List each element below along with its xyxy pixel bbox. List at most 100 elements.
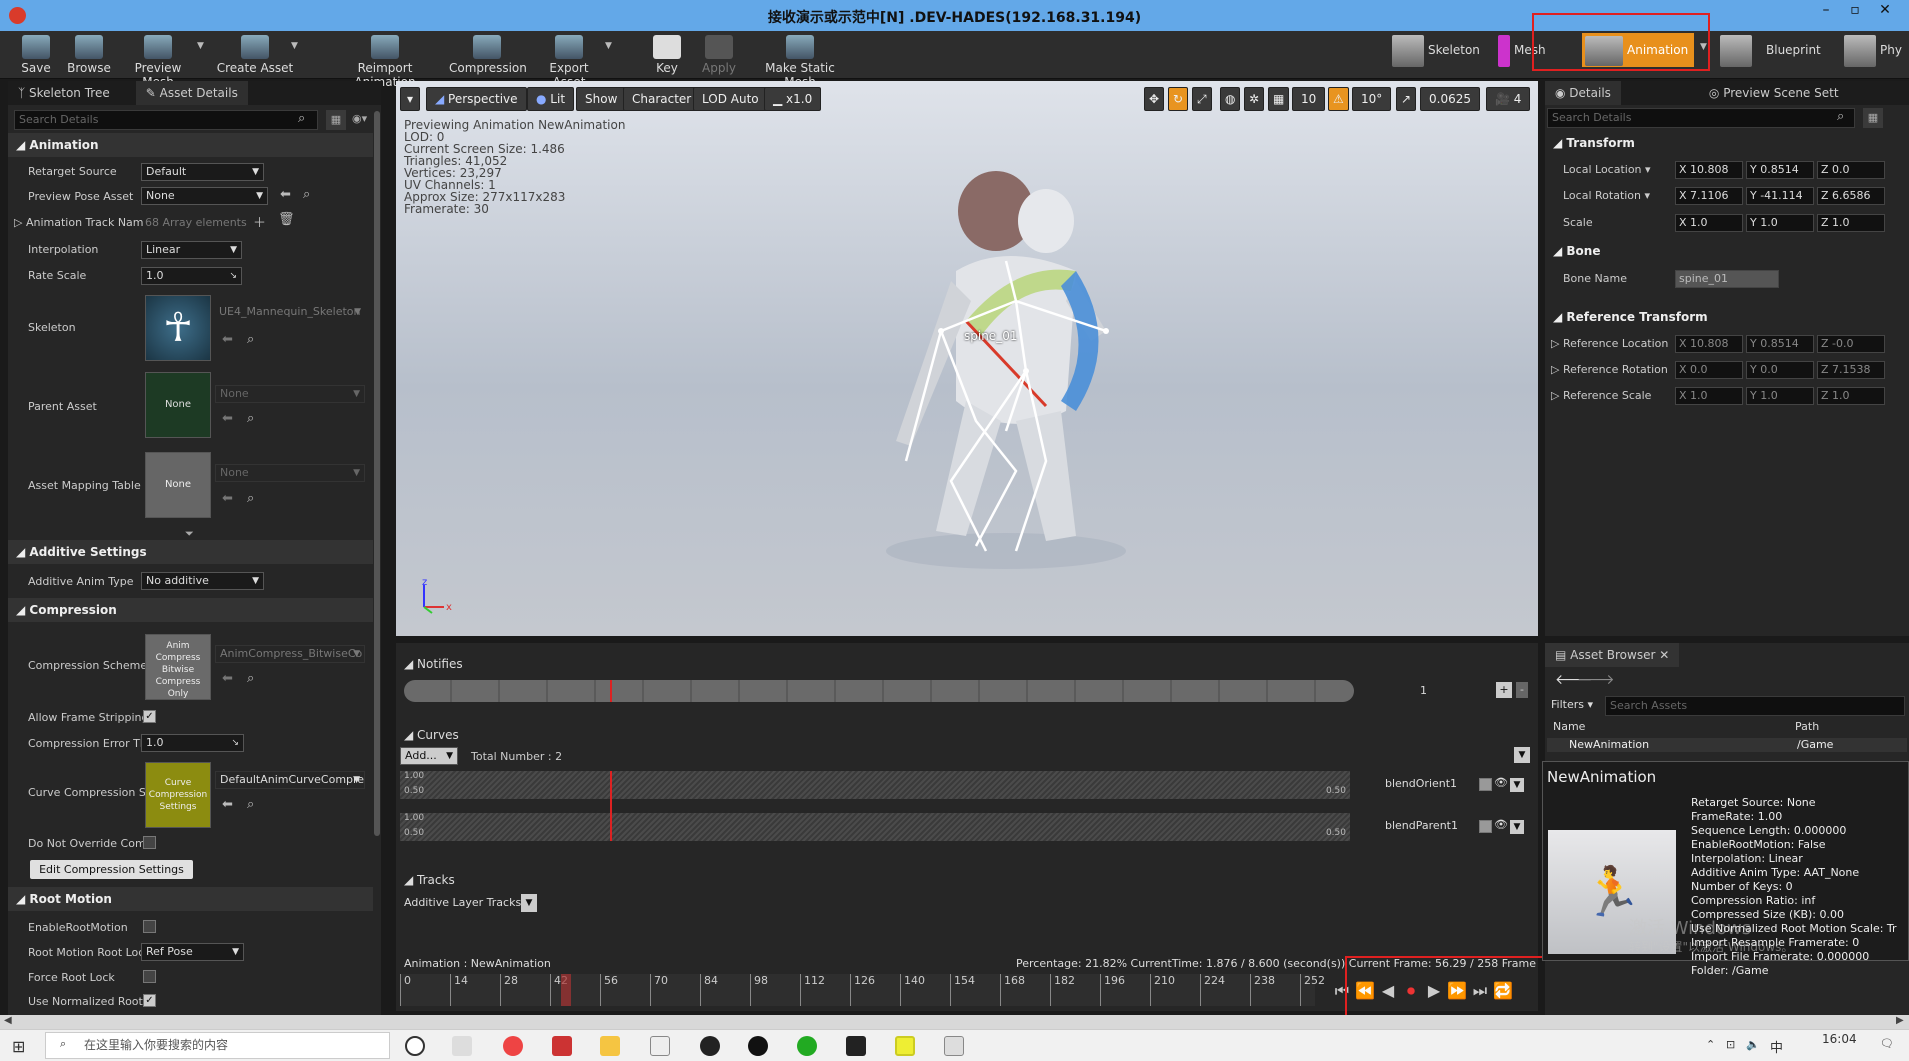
column-header-name[interactable]: Name: [1553, 720, 1585, 733]
retarget-source-select[interactable]: Default ▼: [141, 163, 264, 181]
curve-visibility-eye-icon[interactable]: 👁: [1494, 818, 1508, 831]
skeleton-select[interactable]: UE4_Mannequin_Skeleton ▼: [215, 304, 365, 322]
tab-details[interactable]: ◉ Details: [1545, 81, 1621, 105]
cortana-icon[interactable]: [405, 1036, 425, 1056]
use-selected-arrow-icon[interactable]: ⬅: [280, 187, 291, 202]
close-button[interactable]: ✕: [1874, 2, 1896, 24]
curve-row-blendorient1[interactable]: 1.00 0.50 0.50: [400, 771, 1350, 799]
enable-root-motion-checkbox[interactable]: [143, 920, 156, 933]
right-details-search-input[interactable]: Search Details: [1547, 108, 1855, 128]
local-location-x[interactable]: X 10.808: [1675, 161, 1743, 179]
parent-asset-thumbnail[interactable]: None: [145, 372, 211, 438]
viewport-options-button[interactable]: ▾: [400, 87, 420, 111]
scale-x[interactable]: X 1.0: [1675, 214, 1743, 232]
curve-mute-checkbox[interactable]: [1479, 820, 1492, 833]
mode-skeleton-button[interactable]: Skeleton: [1392, 31, 1480, 69]
tab-preview-scene-settings[interactable]: ◎ Preview Scene Sett: [1699, 81, 1849, 105]
column-header-path[interactable]: Path: [1795, 720, 1819, 733]
surface-snap-icon[interactable]: ✲: [1244, 87, 1265, 111]
section-compression[interactable]: ◢ Compression: [8, 598, 373, 622]
local-location-y[interactable]: Y 0.8514: [1746, 161, 1814, 179]
section-transform[interactable]: ◢ Transform: [1545, 131, 1909, 155]
create-asset-button[interactable]: Create Asset: [216, 31, 294, 79]
apply-button[interactable]: Apply: [699, 31, 739, 79]
browse-search-icon[interactable]: ⌕: [247, 491, 254, 506]
taskbar-search-input[interactable]: 在这里输入你要搜索的内容: [45, 1032, 390, 1059]
rotate-tool-icon[interactable]: ↻: [1168, 87, 1189, 111]
grid-size-value[interactable]: 10: [1292, 87, 1326, 111]
mapping-table-select[interactable]: None ▼: [215, 464, 365, 482]
browse-search-icon[interactable]: ⌕: [247, 411, 254, 426]
scrub-playhead[interactable]: [561, 974, 571, 1006]
add-element-icon[interactable]: ＋: [253, 212, 266, 231]
scroll-right-arrow-icon[interactable]: ▶: [1896, 1015, 1904, 1026]
curves-header[interactable]: ◢ Curves: [404, 728, 459, 742]
scrub-ruler[interactable]: 0142842567084981121261401541681821962102…: [400, 974, 1325, 1006]
scale-snap-icon[interactable]: ↗: [1396, 87, 1417, 111]
asset-search-input[interactable]: Search Assets: [1605, 696, 1905, 716]
scroll-left-arrow-icon[interactable]: ◀: [4, 1015, 12, 1026]
browse-search-icon[interactable]: ⌕: [303, 187, 310, 202]
compression-scheme-thumbnail[interactable]: Anim Compress Bitwise Compress Only: [145, 634, 211, 700]
app-red-icon[interactable]: [552, 1036, 572, 1056]
lod-button[interactable]: LOD Auto: [693, 87, 768, 111]
preview-pose-asset-select[interactable]: None ▼: [141, 187, 268, 205]
curve-visibility-eye-icon[interactable]: 👁: [1494, 776, 1508, 789]
app-dark-icon[interactable]: [700, 1036, 720, 1056]
details-search-input[interactable]: Search Details: [14, 110, 318, 130]
export-asset-button[interactable]: Export Asset: [533, 31, 605, 89]
rotation-snap-icon[interactable]: ⚠: [1328, 87, 1349, 111]
scale-tool-icon[interactable]: ⤢: [1192, 87, 1212, 111]
scale-z[interactable]: Z 1.0: [1817, 214, 1885, 232]
visibility-eye-icon[interactable]: ◉▾: [352, 112, 367, 125]
app-window-icon[interactable]: [944, 1036, 964, 1056]
preview-viewport[interactable]: ▾ ◢ Perspective ● Lit Show Character LOD…: [396, 81, 1538, 636]
playback-speed-button[interactable]: ▁ x1.0: [764, 87, 822, 111]
volume-icon[interactable]: 🔈: [1746, 1038, 1760, 1051]
key-button[interactable]: Key: [650, 31, 684, 79]
preview-mesh-button[interactable]: Preview Mesh: [118, 31, 198, 89]
mode-blueprint-button[interactable]: Blueprint: [1720, 31, 1821, 69]
ime-indicator[interactable]: 中: [1770, 1037, 1783, 1056]
use-selected-arrow-icon[interactable]: ⬅: [222, 411, 233, 426]
grid-view-icon[interactable]: ▦: [1863, 108, 1883, 128]
allow-frame-stripping-checkbox[interactable]: ✓: [143, 710, 156, 723]
network-icon[interactable]: ⊡: [1726, 1038, 1735, 1051]
section-root-motion[interactable]: ◢ Root Motion: [8, 887, 373, 911]
mapping-table-thumbnail[interactable]: None: [145, 452, 211, 518]
make-static-mesh-button[interactable]: Make Static Mesh: [750, 31, 850, 89]
use-selected-arrow-icon[interactable]: ⬅: [222, 332, 233, 347]
compression-button[interactable]: Compression: [449, 31, 527, 79]
additive-anim-type-select[interactable]: No additive ▼: [141, 572, 264, 590]
minimize-button[interactable]: –: [1815, 2, 1837, 24]
section-additive-settings[interactable]: ◢ Additive Settings: [8, 540, 373, 564]
browse-search-icon[interactable]: ⌕: [247, 797, 254, 812]
export-asset-dropdown[interactable]: ▼: [605, 41, 612, 51]
expand-advanced-icon[interactable]: ⏷: [185, 527, 194, 541]
details-scrollbar[interactable]: [374, 111, 380, 836]
grid-snap-icon[interactable]: ▦: [1268, 87, 1290, 111]
use-selected-arrow-icon[interactable]: ⬅: [222, 491, 233, 506]
show-button[interactable]: Show: [576, 87, 627, 111]
section-reference-transform[interactable]: ◢ Reference Transform: [1545, 305, 1909, 329]
filters-button[interactable]: Filters ▾: [1551, 698, 1593, 711]
use-selected-arrow-icon[interactable]: ⬅: [222, 671, 233, 686]
browse-search-icon[interactable]: ⌕: [247, 671, 254, 686]
compression-scheme-select[interactable]: AnimCompress_BitwiseCo ▼: [215, 645, 365, 663]
local-rotation-y[interactable]: Y -41.114: [1746, 187, 1814, 205]
browse-search-icon[interactable]: ⌕: [247, 332, 254, 347]
tab-asset-details[interactable]: ✎ Asset Details: [135, 81, 248, 105]
do-not-override-checkbox[interactable]: [143, 836, 156, 849]
epic-games-icon[interactable]: [846, 1036, 866, 1056]
section-bone[interactable]: ◢ Bone: [1545, 239, 1909, 263]
lit-button[interactable]: ● Lit: [527, 87, 575, 111]
unreal-engine-icon[interactable]: [748, 1036, 768, 1056]
skeleton-thumbnail[interactable]: ☥: [145, 295, 211, 361]
translate-tool-icon[interactable]: ✥: [1144, 87, 1165, 111]
clock-time[interactable]: 16:04: [1822, 1032, 1857, 1046]
notify-track[interactable]: [404, 680, 1354, 702]
grid-view-icon[interactable]: ▦: [326, 110, 346, 130]
create-asset-dropdown[interactable]: ▼: [291, 41, 298, 51]
tab-asset-browser[interactable]: ▤ Asset Browser ✕: [1545, 643, 1680, 667]
rotation-snap-value[interactable]: 10°: [1352, 87, 1392, 111]
